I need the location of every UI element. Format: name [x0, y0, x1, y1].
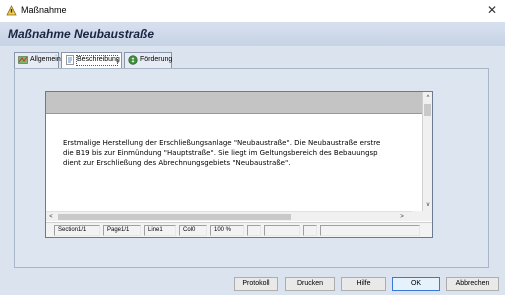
tab-beschreibung[interactable]: Beschreibung — [61, 52, 122, 69]
protokoll-button[interactable]: Protokoll — [234, 277, 278, 291]
status-field — [303, 225, 317, 236]
scroll-left-icon[interactable]: < — [46, 212, 56, 222]
scroll-up-icon[interactable]: ^ — [423, 93, 433, 103]
scroll-down-icon[interactable]: v — [423, 200, 433, 210]
title-bar: Maßnahme ✕ — [0, 0, 505, 22]
status-field — [320, 225, 420, 236]
status-zoom: 100 % — [210, 225, 244, 236]
tab-allgemein[interactable]: Allgemein — [14, 52, 61, 68]
tab-label: Allgemein — [30, 56, 61, 63]
money-bag-icon — [128, 55, 138, 65]
measure-icon — [6, 5, 17, 16]
status-page: Page1/1 — [103, 225, 141, 236]
horizontal-scrollbar[interactable]: < > — [46, 211, 412, 221]
tab-label: Förderung — [140, 56, 173, 63]
document-icon — [66, 55, 74, 65]
map-icon — [18, 56, 28, 64]
help-button[interactable]: Hilfe — [341, 277, 386, 291]
text-line: Erstmalige Herstellung der Erschließungs… — [63, 139, 381, 147]
scroll-corner — [412, 211, 432, 221]
print-button[interactable]: Drucken — [285, 277, 335, 291]
status-field — [247, 225, 261, 236]
ok-button[interactable]: OK — [392, 277, 440, 291]
document-text[interactable]: Erstmalige Herstellung der Erschließungs… — [63, 138, 421, 168]
focus-rect — [76, 55, 118, 66]
tab-foerderung[interactable]: Förderung — [124, 52, 172, 68]
window-title: Maßnahme — [21, 5, 67, 15]
vertical-scrollbar[interactable]: ^ v — [422, 92, 432, 211]
cancel-button[interactable]: Abbrechen — [446, 277, 499, 291]
scroll-right-icon[interactable]: > — [397, 212, 407, 222]
status-col: Col0 — [179, 225, 207, 236]
tab-panel: ^ v Erstmalige Herstellung der Erschließ… — [14, 68, 489, 268]
status-line: Line1 — [144, 225, 176, 236]
scroll-thumb[interactable] — [424, 104, 431, 116]
status-field — [264, 225, 300, 236]
editor-statusbar: Section1/1 Page1/1 Line1 Col0 100 % — [46, 222, 432, 237]
rich-text-editor[interactable]: ^ v Erstmalige Herstellung der Erschließ… — [45, 91, 433, 238]
header-band: Maßnahme Neubaustraße — [0, 22, 505, 46]
editor-ruler — [46, 92, 422, 114]
text-line: dient zur Erschließung des Abrechnungsge… — [63, 159, 291, 167]
close-icon[interactable]: ✕ — [485, 3, 499, 17]
status-section: Section1/1 — [54, 225, 100, 236]
dialog-client: Maßnahme Neubaustraße Allgemein Beschrei… — [0, 22, 505, 295]
scroll-thumb[interactable] — [58, 214, 291, 220]
text-line: die B19 bis zur Einmündung "Hauptstraße"… — [63, 149, 378, 157]
page-title: Maßnahme Neubaustraße — [8, 27, 155, 41]
